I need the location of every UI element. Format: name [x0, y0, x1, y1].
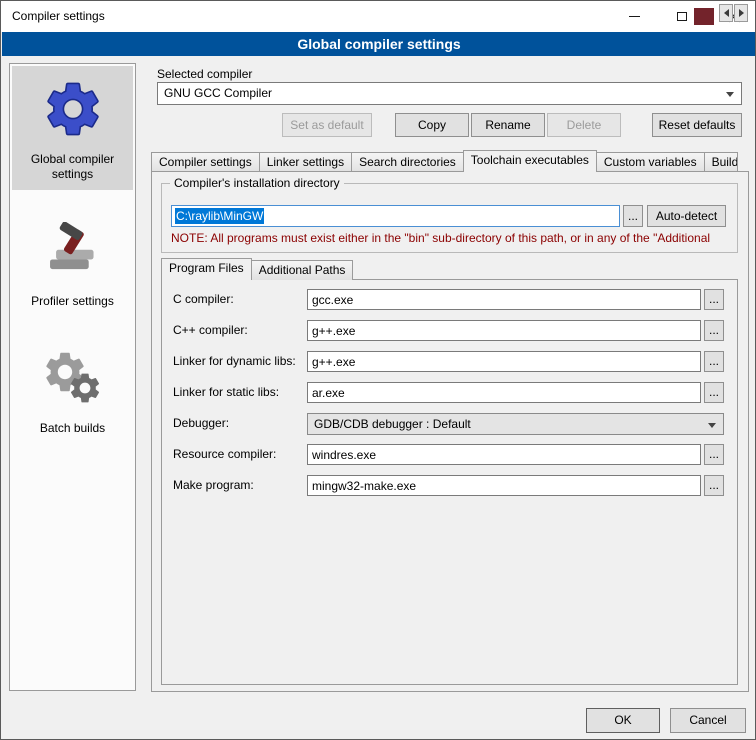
compiler-select[interactable]: GNU GCC Compiler — [157, 82, 742, 105]
sidebar-item-global-compiler-settings[interactable]: Global compiler settings — [12, 66, 133, 190]
gear-icon — [14, 72, 131, 146]
field-row-dynamic-linker: Linker for dynamic libs: ... — [1, 351, 756, 373]
minimize-icon — [629, 16, 640, 17]
browse-button[interactable]: ... — [704, 351, 724, 372]
install-dir-input[interactable]: C:\raylib\MinGW — [171, 205, 620, 227]
maximize-icon — [677, 12, 687, 21]
tab-linker-settings[interactable]: Linker settings — [259, 152, 352, 172]
ok-button[interactable]: OK — [586, 708, 660, 733]
browse-button[interactable]: ... — [704, 444, 724, 465]
tab-toolchain-executables[interactable]: Toolchain executables — [463, 150, 597, 172]
install-dir-browse-button[interactable]: ... — [623, 205, 643, 227]
delete-button[interactable]: Delete — [547, 113, 621, 137]
tab-additional-paths[interactable]: Additional Paths — [251, 260, 354, 280]
browse-button[interactable]: ... — [704, 289, 724, 310]
field-label: Make program: — [173, 478, 254, 492]
sidebar: Global compiler settings Profiler settin… — [9, 63, 136, 691]
arrow-right-icon — [739, 9, 744, 17]
tab-scroll-right-button[interactable] — [734, 4, 748, 22]
field-label: Linker for dynamic libs: — [173, 354, 296, 368]
compiler-settings-window: Compiler settings Global compiler settin… — [0, 0, 756, 740]
sidebar-item-label: Global compiler settings — [14, 152, 131, 182]
tab-custom-variables[interactable]: Custom variables — [596, 152, 705, 172]
c-compiler-input[interactable] — [307, 289, 701, 310]
auto-detect-button[interactable]: Auto-detect — [647, 205, 726, 227]
program-tabstrip: Program Files Additional Paths — [161, 258, 561, 280]
window-title: Compiler settings — [12, 1, 105, 32]
browse-button[interactable]: ... — [704, 475, 724, 496]
field-row-make-program: Make program: ... — [1, 475, 756, 497]
dialog-header: Global compiler settings — [2, 32, 756, 56]
chevron-down-icon — [708, 423, 716, 428]
titlebar: Compiler settings — [1, 1, 755, 32]
minimize-button[interactable] — [617, 1, 651, 32]
field-row-resource-compiler: Resource compiler: ... — [1, 444, 756, 466]
field-label: Resource compiler: — [173, 447, 276, 461]
field-row-cpp-compiler: C++ compiler: ... — [1, 320, 756, 342]
browse-button[interactable]: ... — [704, 320, 724, 341]
install-dir-group-title: Compiler's installation directory — [170, 176, 344, 190]
tab-compiler-settings[interactable]: Compiler settings — [151, 152, 260, 172]
arrow-left-icon — [724, 9, 729, 17]
dynamic-linker-input[interactable] — [307, 351, 701, 372]
cancel-button[interactable]: Cancel — [670, 708, 746, 733]
copy-button[interactable]: Copy — [395, 113, 469, 137]
red-indicator — [694, 8, 714, 25]
note-text: NOTE: All programs must exist either in … — [171, 231, 738, 245]
chevron-down-icon — [726, 92, 734, 97]
profiler-icon — [14, 214, 131, 288]
set-as-default-button[interactable]: Set as default — [282, 113, 372, 137]
field-label: Linker for static libs: — [173, 385, 279, 399]
selected-text: C:\raylib\MinGW — [175, 208, 264, 224]
field-label: Debugger: — [173, 416, 229, 430]
field-row-debugger: Debugger: GDB/CDB debugger : Default — [1, 413, 756, 435]
tab-scroll-left-button[interactable] — [719, 4, 733, 22]
debugger-select-value: GDB/CDB debugger : Default — [314, 417, 471, 431]
compiler-select-value: GNU GCC Compiler — [164, 86, 272, 100]
tab-program-files[interactable]: Program Files — [161, 258, 252, 280]
tab-build[interactable]: Build — [704, 152, 738, 172]
debugger-select[interactable]: GDB/CDB debugger : Default — [307, 413, 724, 435]
static-linker-input[interactable] — [307, 382, 701, 403]
make-program-input[interactable] — [307, 475, 701, 496]
resource-compiler-input[interactable] — [307, 444, 701, 465]
field-row-static-linker: Linker for static libs: ... — [1, 382, 756, 404]
tab-search-directories[interactable]: Search directories — [351, 152, 464, 172]
rename-button[interactable]: Rename — [471, 113, 545, 137]
field-label: C++ compiler: — [173, 323, 248, 337]
selected-compiler-label: Selected compiler — [157, 67, 252, 81]
settings-tabstrip: Compiler settings Linker settings Search… — [151, 150, 749, 172]
field-label: C compiler: — [173, 292, 234, 306]
field-row-c-compiler: C compiler: ... — [1, 289, 756, 311]
browse-button[interactable]: ... — [704, 382, 724, 403]
cpp-compiler-input[interactable] — [307, 320, 701, 341]
reset-defaults-button[interactable]: Reset defaults — [652, 113, 742, 137]
